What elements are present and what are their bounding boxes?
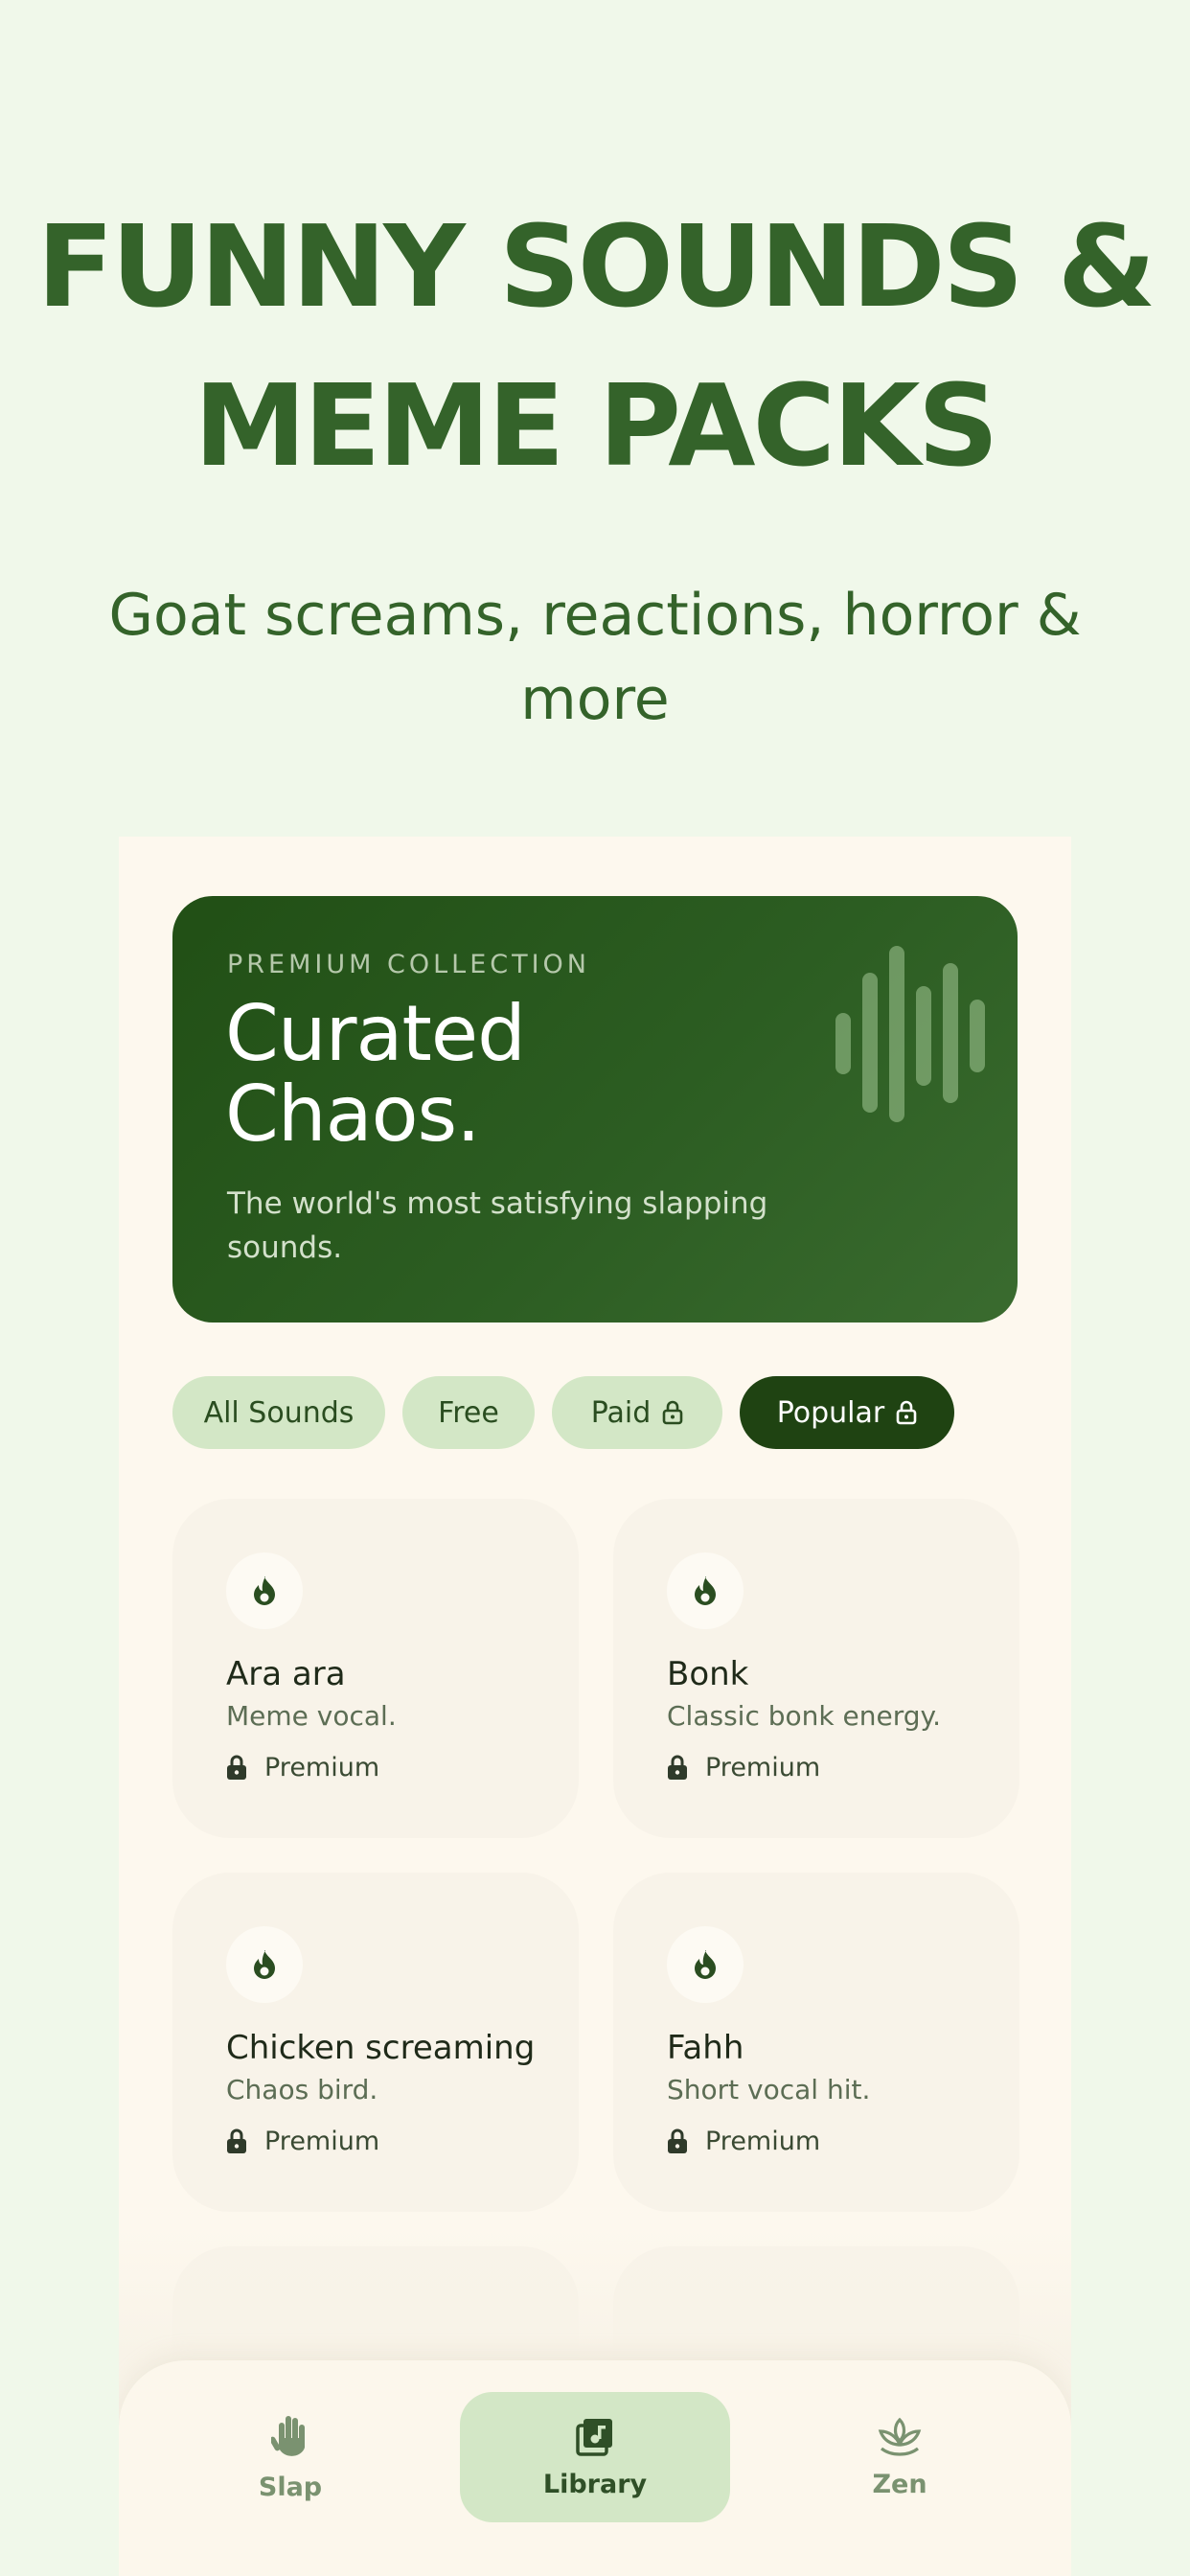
banner-eyebrow: PREMIUM COLLECTION [227,950,591,979]
banner-title-line1: Curated [225,989,526,1078]
nav-item-library[interactable]: Library [460,2392,730,2522]
page-subtitle: Goat screams, reactions, horror & more [108,582,1082,733]
nav-label: Slap [258,2472,323,2502]
premium-tag: Premium [226,1750,379,1784]
music-library-icon [576,2418,612,2456]
sound-name: Bonk [667,1655,749,1693]
hand-icon [271,2415,305,2456]
chip-label: All Sounds [203,1395,355,1430]
chip-label: Free [438,1395,499,1430]
sound-description: Classic bonk energy. [667,1700,941,1732]
premium-tag: Premium [667,1750,820,1784]
lock-icon [227,1755,246,1780]
tier-label: Premium [705,1752,821,1782]
flame-icon [667,1552,744,1629]
nav-item-zen[interactable]: Zen [765,2392,1035,2522]
tier-label: Premium [264,1752,380,1782]
filter-free[interactable]: Free [402,1376,535,1449]
flame-icon [667,1926,744,2003]
sound-name: Ara ara [226,1655,346,1693]
chip-label: Popular [776,1395,885,1430]
sound-card[interactable]: Chicken screaming Chaos bird. Premium [172,1873,579,2212]
filter-all-sounds[interactable]: All Sounds [172,1376,385,1449]
sound-card[interactable]: Fahh Short vocal hit. Premium [613,1873,1019,2212]
sound-name: Chicken screaming [226,2029,536,2067]
lotus-icon [878,2417,922,2456]
waveform-icon [835,946,989,1138]
sound-description: Chaos bird. [226,2074,378,2105]
lock-icon [662,1400,683,1425]
banner-title: Curated Chaos. [225,994,723,1155]
nav-label: Zen [872,2469,927,2499]
bottom-navigation: Slap Library Zen [119,2360,1071,2576]
sound-card[interactable]: Ara ara Meme vocal. Premium [172,1499,579,1838]
premium-banner[interactable]: PREMIUM COLLECTION Curated Chaos. The wo… [172,896,1018,1322]
page-title-line2: MEME PACKS [194,359,998,492]
tier-label: Premium [705,2126,821,2156]
lock-icon [668,1755,687,1780]
tier-label: Premium [264,2126,380,2156]
filter-paid[interactable]: Paid [552,1376,722,1449]
premium-tag: Premium [667,2124,820,2158]
sound-description: Short vocal hit. [667,2074,871,2105]
library-panel: PREMIUM COLLECTION Curated Chaos. The wo… [119,837,1071,2576]
lock-icon [668,2128,687,2153]
filter-popular[interactable]: Popular [740,1376,954,1449]
flame-icon [226,1552,303,1629]
sound-card[interactable]: Bonk Classic bonk energy. Premium [613,1499,1019,1838]
sound-name: Fahh [667,2029,744,2067]
chip-label: Paid [590,1395,652,1430]
nav-label: Library [542,2469,648,2499]
nav-item-slap[interactable]: Slap [155,2392,425,2522]
page-title: FUNNY SOUNDS & MEME PACKS [0,187,1190,505]
lock-icon [227,2128,246,2153]
lock-icon [896,1400,917,1425]
banner-title-line2: Chaos. [225,1070,481,1159]
page-title-line1: FUNNY SOUNDS & [36,200,1156,333]
premium-tag: Premium [226,2124,379,2158]
flame-icon [226,1926,303,2003]
banner-description: The world's most satisfying slapping sou… [227,1186,768,1265]
sound-description: Meme vocal. [226,1700,397,1732]
